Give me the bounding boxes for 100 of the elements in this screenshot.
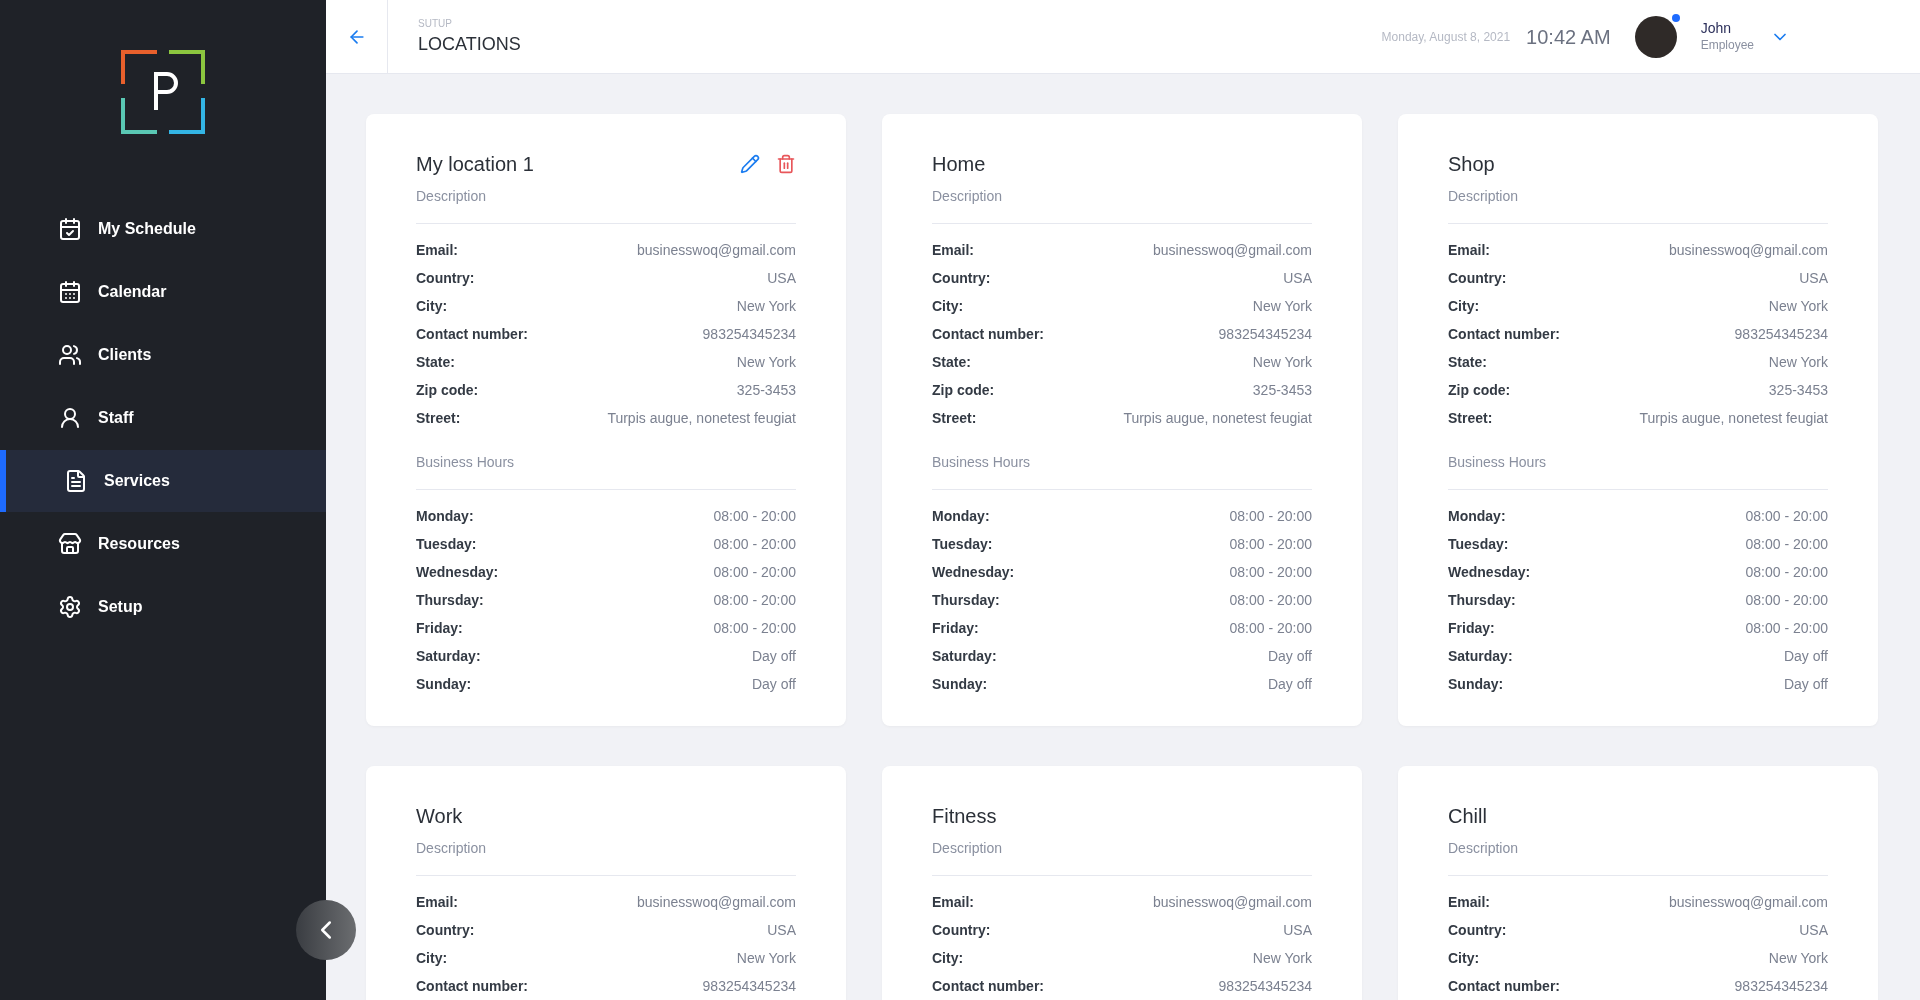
field-value: USA	[1283, 268, 1312, 288]
field-value: 325-3453	[1252, 380, 1312, 400]
field-value: New York	[1252, 948, 1312, 968]
field-label: Country:	[416, 920, 475, 940]
field-label: Contact number:	[932, 976, 1044, 996]
field-label: Saturday:	[416, 646, 481, 666]
date-text: Monday, August 8, 2021	[1381, 28, 1511, 46]
field-label: Friday:	[1448, 618, 1495, 638]
field-value: 08:00 - 20:00	[713, 618, 796, 638]
collapse-button[interactable]	[296, 900, 356, 960]
field-label: Tuesday:	[416, 534, 477, 554]
field-label: Monday:	[932, 506, 990, 526]
field-label: Zip code:	[932, 380, 995, 400]
field-value: New York	[1768, 296, 1828, 316]
field-label: Country:	[416, 268, 475, 288]
field-value: businesswoq@gmail.com	[637, 240, 796, 260]
field-value: 983254345234	[702, 324, 796, 344]
field-label: Country:	[1448, 920, 1507, 940]
field-label: Email:	[932, 892, 974, 912]
trash-icon[interactable]	[776, 154, 796, 174]
section-heading: Business Hours	[932, 453, 1031, 472]
field-value: businesswoq@gmail.com	[1153, 892, 1312, 912]
avatar[interactable]	[1634, 15, 1677, 58]
calendar-icon	[58, 280, 82, 304]
field-value: New York	[1252, 296, 1312, 316]
field-label: City:	[416, 948, 448, 968]
field-label: Wednesday:	[416, 562, 499, 582]
calendar-check-icon	[58, 217, 82, 241]
store-icon	[58, 532, 82, 556]
field-label: Zip code:	[416, 380, 479, 400]
field-label: Contact number:	[1448, 976, 1560, 996]
field-value: 08:00 - 20:00	[713, 506, 796, 526]
field-label: Thursday:	[416, 590, 484, 610]
field-value: 08:00 - 20:00	[1229, 618, 1312, 638]
field-label: Tuesday:	[1448, 534, 1509, 554]
field-label: State:	[1448, 352, 1487, 372]
card-description: Description	[1448, 187, 1519, 206]
field-value: 08:00 - 20:00	[1745, 562, 1828, 582]
field-label: Email:	[1448, 892, 1490, 912]
field-label: Email:	[416, 240, 458, 260]
field-value: New York	[736, 296, 796, 316]
field-value: 08:00 - 20:00	[1745, 618, 1828, 638]
card-title: Shop	[1448, 152, 1495, 177]
card-description: Description	[932, 187, 1003, 206]
field-label: Contact number:	[932, 324, 1044, 344]
card-title: My location 1	[416, 152, 534, 177]
card-description: Description	[932, 839, 1003, 858]
field-value: 983254345234	[702, 976, 796, 996]
field-label: Thursday:	[1448, 590, 1516, 610]
field-value: businesswoq@gmail.com	[1153, 240, 1312, 260]
field-value: USA	[1283, 920, 1312, 940]
field-value: Day off	[1783, 646, 1828, 666]
nav-item[interactable]: Services	[0, 450, 326, 512]
nav-item[interactable]: My Schedule	[0, 198, 326, 260]
field-value: businesswoq@gmail.com	[637, 892, 796, 912]
field-value: 08:00 - 20:00	[1745, 534, 1828, 554]
field-label: Sunday:	[1448, 674, 1504, 694]
field-label: Sunday:	[416, 674, 472, 694]
field-value: 983254345234	[1734, 976, 1828, 996]
field-label: Saturday:	[932, 646, 997, 666]
field-value: USA	[767, 268, 796, 288]
field-label: Friday:	[932, 618, 979, 638]
nav-item[interactable]: Clients	[0, 324, 326, 386]
card-title: Home	[932, 152, 986, 177]
field-value: New York	[1768, 948, 1828, 968]
field-label: Wednesday:	[932, 562, 1015, 582]
field-label: Monday:	[416, 506, 474, 526]
field-label: Contact number:	[1448, 324, 1560, 344]
field-label: City:	[932, 296, 964, 316]
field-value: USA	[1799, 920, 1828, 940]
field-value: 08:00 - 20:00	[1229, 506, 1312, 526]
field-value: 08:00 - 20:00	[1745, 506, 1828, 526]
field-label: Country:	[932, 920, 991, 940]
document-icon	[64, 469, 88, 493]
field-value: 08:00 - 20:00	[713, 534, 796, 554]
edit-icon[interactable]	[740, 154, 760, 174]
card-title: Work	[416, 804, 463, 829]
nav-item[interactable]: Resources	[0, 513, 326, 575]
section-heading: Business Hours	[1448, 453, 1547, 472]
field-label: Sunday:	[932, 674, 988, 694]
field-label: Saturday:	[1448, 646, 1513, 666]
field-value: 983254345234	[1218, 976, 1312, 996]
field-value: Day off	[751, 646, 796, 666]
breadcrumb: SUTUP	[418, 16, 453, 31]
settings-icon	[58, 595, 82, 619]
person-icon	[58, 406, 82, 430]
nav-item[interactable]: Staff	[0, 387, 326, 449]
field-value: Turpis augue, nonetest feugiat	[607, 408, 796, 428]
card-title: Chill	[1448, 804, 1487, 829]
nav-item[interactable]: Calendar	[0, 261, 326, 323]
field-label: Country:	[1448, 268, 1507, 288]
field-value: New York	[1252, 352, 1312, 372]
field-label: Thursday:	[932, 590, 1000, 610]
field-value: Day off	[1267, 674, 1312, 694]
field-label: Monday:	[1448, 506, 1506, 526]
field-label: City:	[1448, 948, 1480, 968]
nav-item[interactable]: Setup	[0, 576, 326, 638]
field-label: Street:	[1448, 408, 1493, 428]
field-label: Contact number:	[416, 324, 528, 344]
field-label: City:	[416, 296, 448, 316]
